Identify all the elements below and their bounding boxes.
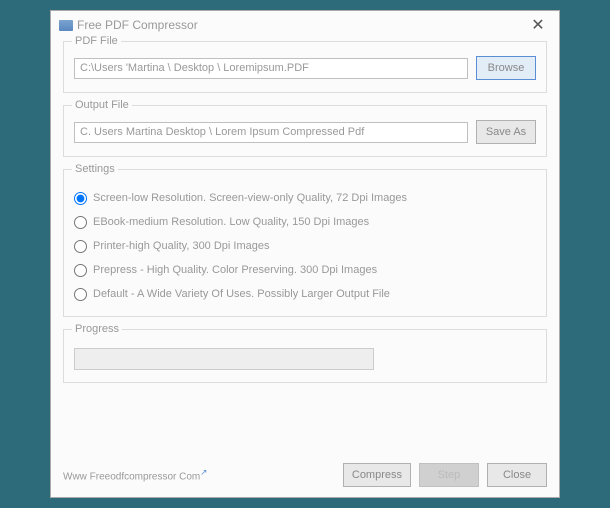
browse-button[interactable]: Browse <box>476 56 536 80</box>
output-file-label: Output File <box>72 99 132 111</box>
output-file-input[interactable] <box>74 122 468 143</box>
app-folder-icon <box>59 20 73 31</box>
radio-prepress[interactable] <box>74 264 87 277</box>
titlebar: Free PDF Compressor ✕ <box>51 11 559 39</box>
progress-label: Progress <box>72 323 122 335</box>
radio-ebook-label[interactable]: EBook-medium Resolution. Low Quality, 15… <box>93 216 369 228</box>
website-link[interactable]: Www Freeodfcompressor Com↗ <box>63 467 207 482</box>
close-icon: ✕ <box>531 15 544 35</box>
app-window: Free PDF Compressor ✕ PDF File Browse Ou… <box>50 10 560 498</box>
radio-default[interactable] <box>74 288 87 301</box>
radio-printer-label[interactable]: Printer-high Quality, 300 Dpi Images <box>93 240 270 252</box>
radio-printer[interactable] <box>74 240 87 253</box>
window-body: PDF File Browse Output File Save As Sett… <box>51 39 559 453</box>
progress-bar <box>74 348 374 370</box>
settings-group: Settings Screen-low Resolution. Screen-v… <box>63 169 547 317</box>
pdf-file-label: PDF File <box>72 35 121 47</box>
app-title: Free PDF Compressor <box>77 18 198 32</box>
radio-default-label[interactable]: Default - A Wide Variety Of Uses. Possib… <box>93 288 390 300</box>
radio-screen[interactable] <box>74 192 87 205</box>
output-file-group: Output File Save As <box>63 105 547 157</box>
save-as-button[interactable]: Save As <box>476 120 536 144</box>
progress-group: Progress <box>63 329 547 383</box>
compress-button[interactable]: Compress <box>343 463 411 487</box>
radio-ebook[interactable] <box>74 216 87 229</box>
pdf-file-input[interactable] <box>74 58 468 79</box>
close-window-button[interactable]: ✕ <box>525 15 551 35</box>
close-button[interactable]: Close <box>487 463 547 487</box>
footer: Www Freeodfcompressor Com↗ Compress Step… <box>51 453 559 497</box>
step-button[interactable]: Step <box>419 463 479 487</box>
settings-label: Settings <box>72 163 118 175</box>
radio-screen-label[interactable]: Screen-low Resolution. Screen-view-only … <box>93 192 407 204</box>
pdf-file-group: PDF File Browse <box>63 41 547 93</box>
radio-prepress-label[interactable]: Prepress - High Quality. Color Preservin… <box>93 264 377 276</box>
